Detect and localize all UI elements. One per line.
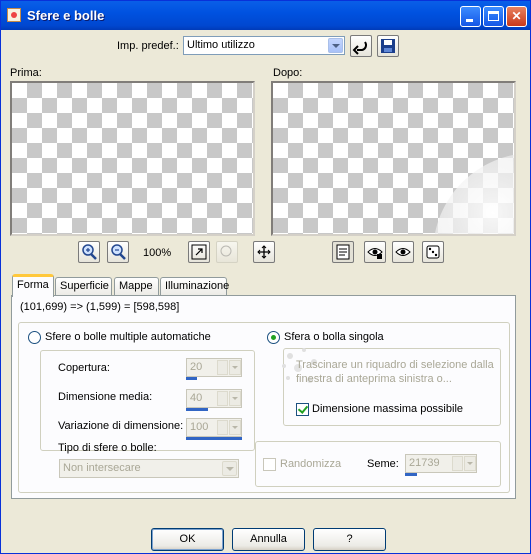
- coordinates-readout: (101,699) => (1,599) = [598,598]: [20, 301, 180, 313]
- title-bar[interactable]: Sfere e bolle ✕: [1, 1, 530, 30]
- tipo-value: Non intersecare: [63, 462, 141, 474]
- tab-illuminazione[interactable]: Illuminazione: [160, 277, 230, 295]
- zoom-out-button[interactable]: [107, 241, 129, 263]
- copertura-label: Copertura:: [58, 362, 110, 374]
- zoom-level: 100%: [143, 247, 172, 259]
- proof-toggle-button[interactable]: [332, 241, 354, 263]
- after-label: Dopo:: [273, 67, 303, 79]
- window-title: Sfere e bolle: [27, 8, 105, 23]
- tab-mappe-label: Mappe: [119, 280, 153, 292]
- tab-illuminazione-label: Illuminazione: [165, 280, 230, 292]
- seme-label: Seme:: [367, 458, 399, 470]
- spin-arrows-icon: [217, 420, 228, 435]
- cancel-button[interactable]: Annulla: [232, 528, 305, 551]
- tab-superficie-label: Superficie: [60, 280, 109, 292]
- dimensione-value: 40: [190, 392, 203, 404]
- before-preview[interactable]: [10, 81, 255, 236]
- floppy-disk-icon: [381, 39, 395, 53]
- spin-arrows-icon: [452, 456, 463, 471]
- copertura-slider[interactable]: [186, 377, 197, 380]
- auto-proof-button[interactable]: [364, 241, 386, 263]
- magnifier-minus-icon: [111, 244, 126, 260]
- variazione-spinner[interactable]: 100: [186, 418, 242, 437]
- seme-slider[interactable]: [405, 473, 417, 476]
- hint-line-1: Trascinare un riquadro di selezione dall…: [296, 359, 494, 371]
- tab-mappe[interactable]: Mappe: [114, 277, 159, 295]
- randomizza-label: Randomizza: [280, 458, 342, 470]
- pan-button[interactable]: [253, 241, 275, 263]
- randomizza-checkbox[interactable]: [263, 458, 276, 471]
- tab-forma[interactable]: Forma: [12, 274, 54, 297]
- dimensione-spinner[interactable]: 40: [186, 389, 242, 408]
- zoom-in-button[interactable]: [78, 241, 100, 263]
- dialog-window: Sfere e bolle ✕ Imp. predef.: Ultimo uti…: [0, 0, 531, 554]
- proof-button[interactable]: [392, 241, 414, 263]
- preview-window-icon: [336, 244, 350, 260]
- sphere-preview-graphic: [434, 154, 514, 234]
- preset-label: Imp. predef.:: [117, 40, 179, 52]
- tipo-select[interactable]: Non intersecare: [59, 459, 239, 478]
- chevron-down-icon: [464, 456, 476, 471]
- preset-value: Ultimo utilizzo: [187, 39, 255, 51]
- preset-select[interactable]: Ultimo utilizzo: [183, 36, 345, 55]
- reset-preset-button[interactable]: [350, 35, 372, 57]
- tab-superficie[interactable]: Superficie: [55, 277, 112, 295]
- chevron-down-icon: [229, 420, 241, 435]
- fit-to-window-button[interactable]: [188, 241, 210, 263]
- dice-icon: [426, 245, 440, 259]
- spin-arrows-icon: [217, 360, 228, 375]
- after-preview[interactable]: [271, 81, 516, 236]
- undo-arrow-icon: [352, 41, 367, 55]
- before-label: Prima:: [10, 67, 42, 79]
- dimensione-slider[interactable]: [186, 408, 208, 411]
- fit-window-icon: [191, 244, 207, 260]
- chevron-down-icon: [328, 38, 343, 53]
- seme-spinner[interactable]: 21739: [405, 454, 477, 473]
- maximize-button[interactable]: [483, 6, 504, 27]
- eye-icon: [395, 248, 411, 256]
- close-button[interactable]: ✕: [506, 6, 527, 27]
- auto-spheres-label: Sfere o bolle multiple automatiche: [45, 331, 211, 343]
- variazione-label: Variazione di dimensione:: [58, 420, 184, 432]
- dimensione-label: Dimensione media:: [58, 391, 153, 403]
- tipo-label: Tipo di sfere o bolle:: [58, 442, 157, 454]
- magnifier-plus-icon: [82, 244, 97, 260]
- variazione-value: 100: [190, 421, 209, 433]
- move-arrows-icon: [257, 245, 271, 259]
- maximize-icon: [488, 11, 499, 21]
- eye-lock-icon: [367, 248, 383, 259]
- max-size-label: Dimensione massima possibile: [312, 403, 464, 415]
- app-icon: [7, 8, 21, 22]
- spin-arrows-icon: [217, 391, 228, 406]
- minimize-button[interactable]: [460, 6, 481, 27]
- tab-panel-forma: (101,699) => (1,599) = [598,598] Sfere o…: [11, 295, 516, 499]
- max-size-checkbox[interactable]: [296, 403, 309, 416]
- randomize-button[interactable]: [422, 241, 444, 263]
- minimize-icon: [466, 19, 473, 22]
- copertura-value: 20: [190, 361, 203, 373]
- help-button[interactable]: ?: [313, 528, 386, 551]
- close-icon: ✕: [511, 9, 522, 23]
- hint-line-2: finestra di anteprima sinistra o...: [296, 373, 452, 385]
- auto-spheres-radio[interactable]: [28, 331, 41, 344]
- chevron-down-icon: [229, 360, 241, 375]
- save-preset-button[interactable]: [377, 35, 399, 57]
- navigate-button[interactable]: [216, 241, 238, 263]
- chevron-down-icon: [229, 391, 241, 406]
- chevron-down-icon: [222, 461, 237, 476]
- tab-forma-label: Forma: [17, 279, 49, 291]
- seme-value: 21739: [409, 457, 440, 469]
- navigate-icon: [220, 245, 232, 257]
- ok-button[interactable]: OK: [151, 528, 224, 551]
- copertura-spinner[interactable]: 20: [186, 358, 242, 377]
- variazione-slider[interactable]: [186, 437, 242, 440]
